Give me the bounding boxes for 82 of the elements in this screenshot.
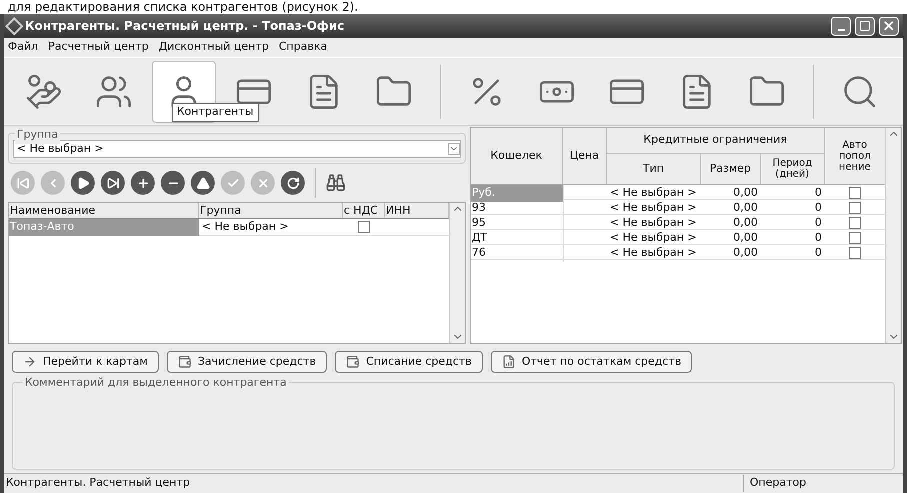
action-button[interactable]: Отчет по остаткам средств bbox=[490, 351, 692, 373]
scrollbar[interactable] bbox=[885, 128, 901, 343]
minimize-button[interactable] bbox=[831, 16, 851, 36]
column-header[interactable]: Авто попол нение bbox=[825, 128, 885, 184]
next-icon bbox=[76, 176, 90, 190]
table-cell-text: 0 bbox=[814, 230, 823, 246]
menu-item[interactable]: Дисконтный центр bbox=[158, 39, 269, 56]
column-header[interactable]: Тип bbox=[607, 154, 701, 184]
add-icon bbox=[136, 176, 150, 190]
table-cell-text: 0,00 bbox=[732, 245, 759, 261]
table-cell-text: < Не выбран > bbox=[609, 200, 698, 216]
checkbox[interactable] bbox=[849, 247, 861, 260]
column-header[interactable]: Кошелек bbox=[471, 128, 563, 184]
dropdown-caret-icon[interactable] bbox=[448, 143, 460, 155]
status-text: Контрагенты. Расчетный центр bbox=[5, 475, 192, 492]
report-icon bbox=[502, 355, 516, 369]
nav-button[interactable] bbox=[131, 171, 155, 195]
maximize-button[interactable] bbox=[855, 16, 875, 36]
tooltip: Контрагенты bbox=[172, 103, 259, 122]
nav-button[interactable] bbox=[161, 171, 185, 195]
action-button[interactable]: Зачисление средств bbox=[166, 351, 328, 373]
table-cell-text: 0 bbox=[814, 215, 823, 231]
table-cell-text: < Не выбран > bbox=[609, 245, 698, 261]
table-cell-text: 0,00 bbox=[732, 185, 759, 201]
up-icon bbox=[196, 176, 210, 190]
table-cell-text: < Не выбран > bbox=[609, 230, 698, 246]
nav-button[interactable] bbox=[281, 171, 305, 195]
table-cell[interactable]: 93 bbox=[471, 200, 563, 216]
caption: для редактирования списка контрагентов (рисунок 2). bbox=[7, 0, 360, 14]
table-cell[interactable]: ДТ bbox=[471, 230, 563, 246]
close-button[interactable] bbox=[879, 16, 899, 36]
minimize-icon bbox=[838, 28, 844, 30]
app-icon bbox=[5, 16, 24, 36]
nav-button[interactable] bbox=[101, 171, 125, 195]
nav-button[interactable] bbox=[191, 171, 215, 195]
menu-item[interactable]: Расчетный центр bbox=[48, 39, 149, 56]
table-cell-text: 0 bbox=[814, 245, 823, 261]
table-cell[interactable]: 76 bbox=[471, 245, 563, 262]
last-record-icon bbox=[106, 176, 120, 190]
table-cell-text: < Не выбран > bbox=[609, 185, 698, 201]
close-icon bbox=[882, 19, 896, 33]
nav-button[interactable] bbox=[71, 171, 95, 195]
table-cell-text: 0,00 bbox=[732, 230, 759, 246]
wallet-icon bbox=[178, 355, 192, 369]
column-header[interactable]: Наименование bbox=[9, 203, 199, 218]
checkbox[interactable] bbox=[849, 232, 861, 244]
column-header[interactable]: Размер bbox=[701, 154, 761, 184]
column-header[interactable]: Группа bbox=[199, 203, 343, 218]
status-user: Оператор bbox=[743, 475, 903, 492]
action-button[interactable]: Перейти к картам bbox=[12, 351, 159, 373]
table-cell-text: 0 bbox=[814, 185, 823, 201]
scrollbar[interactable] bbox=[449, 203, 465, 343]
column-header[interactable]: Период (дней) bbox=[761, 154, 825, 184]
window-title: Контрагенты. Расчетный центр. - Топаз-Офис bbox=[25, 18, 346, 35]
group-label: Группа bbox=[15, 127, 60, 144]
check-icon bbox=[226, 176, 240, 190]
close-icon bbox=[256, 176, 270, 190]
menu-item[interactable]: Файл bbox=[8, 39, 38, 56]
table-cell-text: 0 bbox=[814, 200, 823, 216]
arrow-icon bbox=[23, 355, 37, 369]
table-cell-text: 0,00 bbox=[732, 215, 759, 231]
table-cell-text: 0,00 bbox=[732, 200, 759, 216]
first-record-icon bbox=[16, 176, 30, 190]
checkbox[interactable] bbox=[849, 187, 861, 200]
table-cell-text: < Не выбран > bbox=[201, 219, 290, 235]
checkbox[interactable] bbox=[849, 217, 861, 230]
column-header[interactable]: Цена bbox=[563, 128, 607, 184]
wallet-icon bbox=[346, 355, 360, 369]
column-header[interactable]: Кредитные ограничения bbox=[607, 128, 825, 154]
table-cell-text: < Не выбран > bbox=[609, 215, 698, 231]
group-dropdown[interactable]: < Не выбран > bbox=[13, 140, 461, 158]
checkbox[interactable] bbox=[358, 221, 370, 234]
menu-item[interactable]: Справка bbox=[278, 39, 328, 56]
binoculars-icon[interactable] bbox=[326, 173, 346, 193]
maximize-icon bbox=[859, 20, 871, 32]
column-header[interactable]: с НДС bbox=[343, 203, 385, 218]
checkbox[interactable] bbox=[849, 202, 861, 214]
refresh-icon bbox=[286, 176, 300, 190]
table-cell[interactable]: 95 bbox=[471, 215, 563, 232]
action-button[interactable]: Списание средств bbox=[335, 351, 483, 373]
comment-label: Комментарий для выделенного контрагента bbox=[23, 375, 289, 392]
dropdown-value: < Не выбран > bbox=[17, 140, 104, 157]
